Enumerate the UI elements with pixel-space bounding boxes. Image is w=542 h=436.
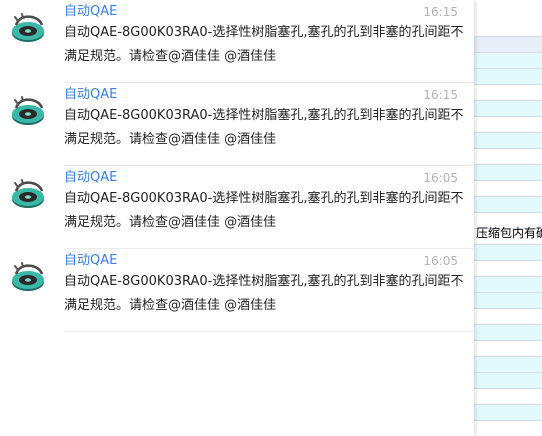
sender-name[interactable]: 自动QAE [64, 252, 117, 270]
sheet-row [474, 405, 542, 421]
sheet-row [474, 101, 542, 117]
message-item[interactable]: 自动QAE 16:05 自动QAE-8G00K03RA0-选择性树脂塞孔,塞孔的… [0, 249, 474, 332]
sheet-row [474, 197, 542, 213]
sheet-row [474, 309, 542, 325]
sheet-row [474, 0, 542, 37]
sheet-row [474, 373, 542, 389]
message-text: 自动QAE-8G00K03RA0-选择性树脂塞孔,塞孔的孔到非塞的孔间距不满足规… [64, 274, 464, 313]
sheet-row [474, 293, 542, 309]
background-spreadsheet: 压缩包内有确 [474, 0, 542, 436]
sender-name[interactable]: 自动QAE [64, 86, 117, 104]
sheet-row [474, 37, 542, 53]
message-item[interactable]: 自动QAE 16:15 自动QAE-8G00K03RA0-选择性树脂塞孔,塞孔的… [0, 0, 474, 83]
message-time: 16:05 [423, 254, 458, 268]
disc-avatar-icon[interactable] [10, 177, 46, 211]
message-time: 16:15 [423, 88, 458, 102]
sheet-row [474, 69, 542, 85]
sheet-row [474, 117, 542, 133]
sheet-row [474, 181, 542, 197]
disc-avatar-icon[interactable] [10, 94, 46, 128]
chat-message-list[interactable]: 自动QAE 16:15 自动QAE-8G00K03RA0-选择性树脂塞孔,塞孔的… [0, 0, 474, 436]
message-item[interactable]: 自动QAE 16:05 自动QAE-8G00K03RA0-选择性树脂塞孔,塞孔的… [0, 166, 474, 249]
sheet-row [474, 341, 542, 357]
sheet-row [474, 245, 542, 261]
disc-avatar-icon[interactable] [10, 11, 46, 45]
message-time: 16:05 [423, 171, 458, 185]
message-text: 自动QAE-8G00K03RA0-选择性树脂塞孔,塞孔的孔到非塞的孔间距不满足规… [64, 108, 464, 147]
message-text: 自动QAE-8G00K03RA0-选择性树脂塞孔,塞孔的孔到非塞的孔间距不满足规… [64, 25, 464, 64]
sheet-row [474, 277, 542, 293]
message-time: 16:15 [423, 5, 458, 19]
sheet-row [474, 421, 542, 436]
message-item[interactable]: 自动QAE 16:15 自动QAE-8G00K03RA0-选择性树脂塞孔,塞孔的… [0, 83, 474, 166]
sheet-cell-text[interactable]: 压缩包内有确 [476, 225, 542, 241]
divider [64, 331, 474, 332]
sender-name[interactable]: 自动QAE [64, 3, 117, 21]
sheet-row [474, 357, 542, 373]
sheet-row [474, 261, 542, 277]
message-text: 自动QAE-8G00K03RA0-选择性树脂塞孔,塞孔的孔到非塞的孔间距不满足规… [64, 191, 464, 230]
disc-avatar-icon[interactable] [10, 260, 46, 294]
sender-name[interactable]: 自动QAE [64, 169, 117, 187]
sheet-row [474, 389, 542, 405]
sheet-row [474, 325, 542, 341]
sheet-row [474, 149, 542, 165]
sheet-row [474, 53, 542, 69]
sheet-row [474, 133, 542, 149]
sheet-row [474, 85, 542, 101]
sheet-row [474, 165, 542, 181]
